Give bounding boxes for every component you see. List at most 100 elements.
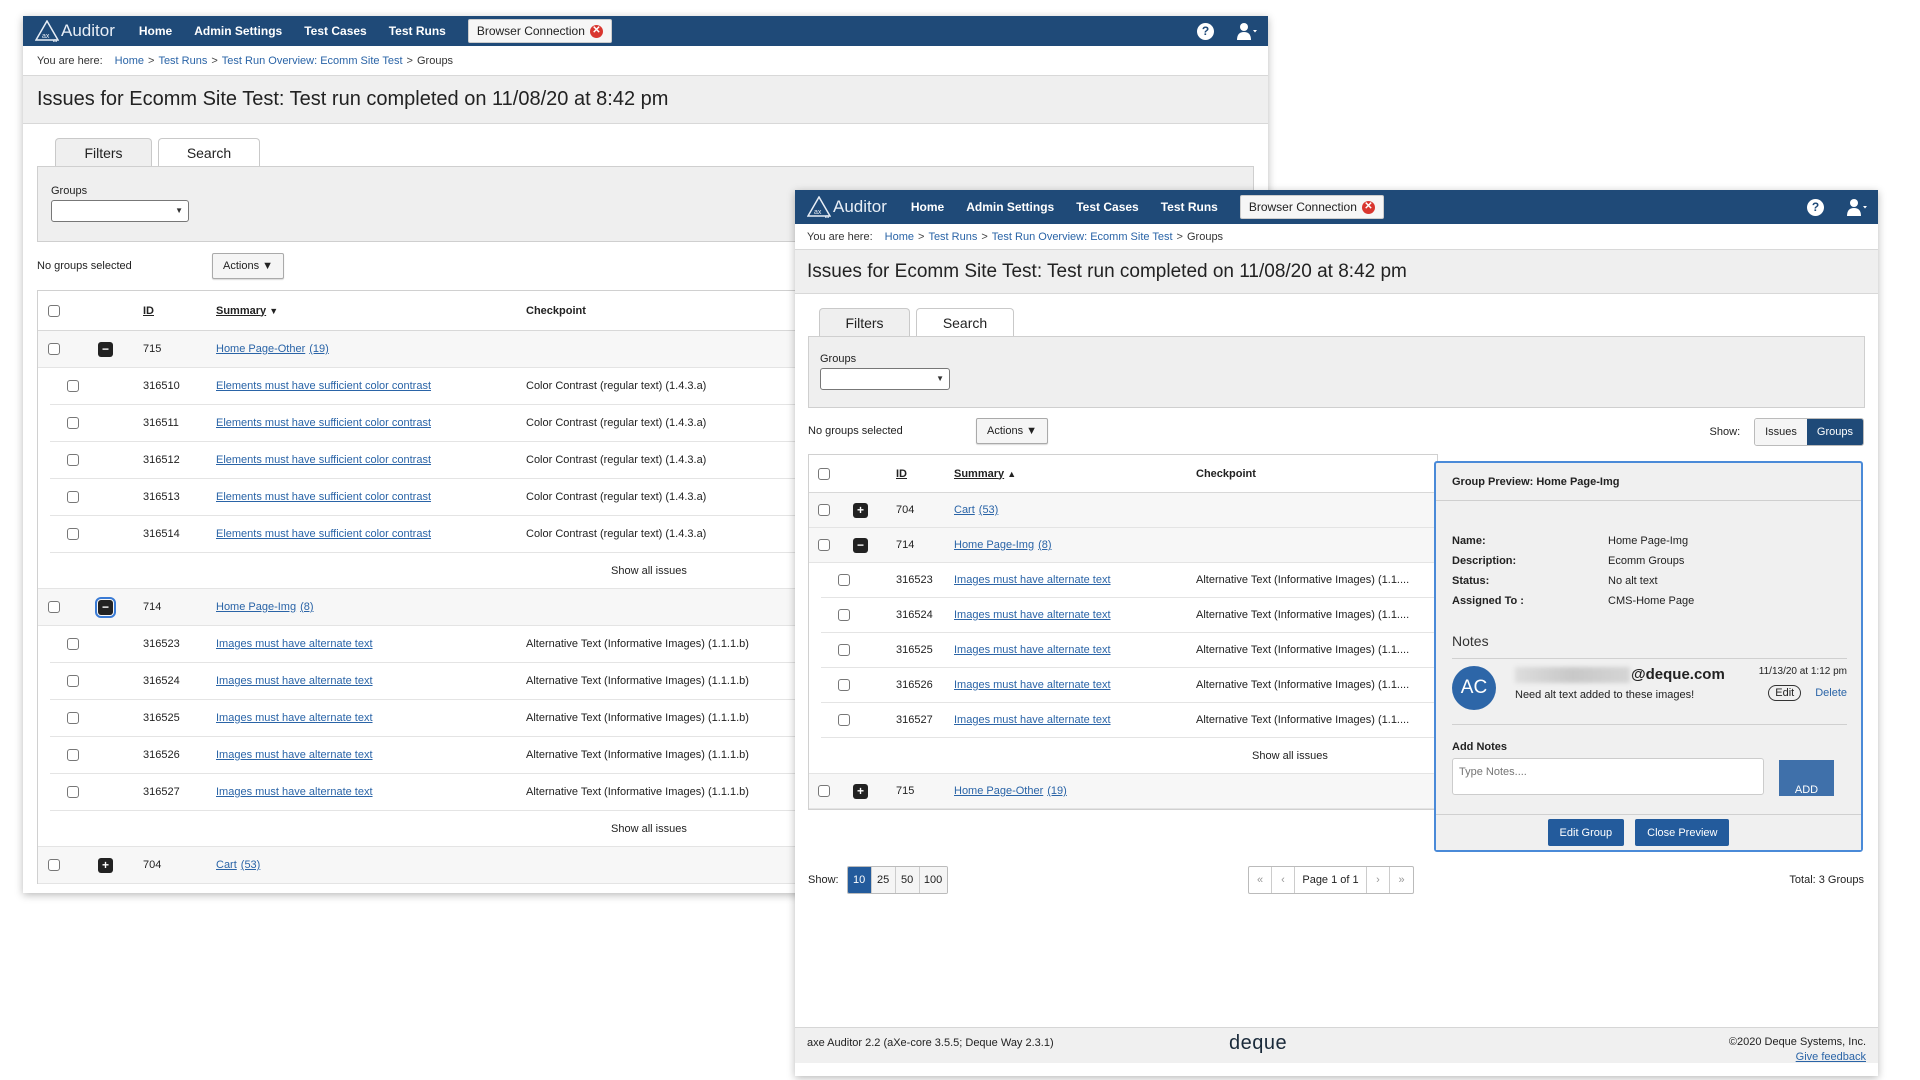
actions-dropdown-button[interactable]: Actions ▼ xyxy=(976,418,1049,444)
select-all-checkbox[interactable] xyxy=(818,467,830,480)
edit-note-button[interactable]: Edit xyxy=(1768,685,1802,701)
close-preview-button[interactable]: Close Preview xyxy=(1635,819,1730,846)
show-all-issues-link[interactable]: Show all issues xyxy=(1252,750,1328,762)
show-all-issues-link[interactable]: Show all issues xyxy=(611,823,687,835)
group-checkbox[interactable] xyxy=(48,343,60,356)
issue-summary-link[interactable]: Images must have alternate text xyxy=(216,749,373,761)
nav-test-cases[interactable]: Test Cases xyxy=(1076,200,1138,214)
issue-checkbox[interactable] xyxy=(838,644,850,657)
issue-checkbox[interactable] xyxy=(67,675,79,688)
group-count-link[interactable]: (8) xyxy=(300,601,313,613)
issue-checkbox[interactable] xyxy=(67,712,79,725)
breadcrumb-home[interactable]: Home xyxy=(885,231,914,243)
groups-select[interactable]: ▼ xyxy=(51,200,189,222)
group-count-link[interactable]: (53) xyxy=(241,859,261,871)
help-icon[interactable]: ? xyxy=(1197,22,1214,40)
issue-summary-link[interactable]: Images must have alternate text xyxy=(216,675,373,687)
group-count-link[interactable]: (53) xyxy=(979,504,999,516)
actions-dropdown-button[interactable]: Actions ▼ xyxy=(212,253,285,279)
issue-summary-link[interactable]: Elements must have sufficient color cont… xyxy=(216,491,431,503)
last-page-button[interactable]: » xyxy=(1390,867,1413,893)
issue-summary-link[interactable]: Elements must have sufficient color cont… xyxy=(216,380,431,392)
issue-checkbox[interactable] xyxy=(67,417,79,430)
prev-page-button[interactable]: ‹ xyxy=(1272,867,1295,893)
tab-filters[interactable]: Filters xyxy=(55,138,152,166)
issue-summary-link[interactable]: Elements must have sufficient color cont… xyxy=(216,528,431,540)
nav-test-cases[interactable]: Test Cases xyxy=(304,24,366,38)
issue-summary-link[interactable]: Images must have alternate text xyxy=(216,786,373,798)
auditor-logo[interactable]: ax Auditor xyxy=(807,196,887,218)
issue-checkbox[interactable] xyxy=(838,574,850,587)
notes-input[interactable] xyxy=(1452,758,1764,795)
group-checkbox[interactable] xyxy=(818,539,830,552)
issue-checkbox[interactable] xyxy=(67,786,79,799)
page-size-25[interactable]: 25 xyxy=(871,867,896,893)
collapse-icon[interactable]: − xyxy=(98,341,113,357)
issue-checkbox[interactable] xyxy=(67,454,79,467)
select-all-checkbox[interactable] xyxy=(48,304,60,317)
issue-checkbox[interactable] xyxy=(838,609,850,622)
issue-summary-link[interactable]: Images must have alternate text xyxy=(954,574,1111,586)
issue-summary-link[interactable]: Images must have alternate text xyxy=(954,714,1111,726)
collapse-icon[interactable]: − xyxy=(95,596,116,618)
group-name-link[interactable]: Cart xyxy=(954,504,975,516)
nav-home[interactable]: Home xyxy=(911,200,944,214)
help-icon[interactable]: ? xyxy=(1807,198,1824,216)
page-size-10[interactable]: 10 xyxy=(847,867,872,893)
expand-icon[interactable]: + xyxy=(853,783,868,799)
delete-note-link[interactable]: Delete xyxy=(1815,687,1847,699)
issue-summary-link[interactable]: Elements must have sufficient color cont… xyxy=(216,417,431,429)
group-row[interactable]: + 715 Home Page-Other (19) xyxy=(809,774,1437,809)
issue-checkbox[interactable] xyxy=(67,380,79,393)
tab-filters[interactable]: Filters xyxy=(819,308,910,336)
nav-admin-settings[interactable]: Admin Settings xyxy=(194,24,282,38)
breadcrumb-test-runs[interactable]: Test Runs xyxy=(158,55,207,67)
summary-column-header[interactable]: Summary xyxy=(954,468,1004,480)
issue-checkbox[interactable] xyxy=(67,528,79,541)
next-page-button[interactable]: › xyxy=(1367,867,1390,893)
issue-summary-link[interactable]: Images must have alternate text xyxy=(216,712,373,724)
page-size-50[interactable]: 50 xyxy=(895,867,920,893)
group-name-link[interactable]: Cart xyxy=(216,859,237,871)
issue-summary-link[interactable]: Images must have alternate text xyxy=(954,609,1111,621)
group-checkbox[interactable] xyxy=(818,785,830,798)
breadcrumb-test-run-overview[interactable]: Test Run Overview: Ecomm Site Test xyxy=(222,55,403,67)
issue-checkbox[interactable] xyxy=(838,679,850,692)
group-row[interactable]: − 714 Home Page-Img (8) xyxy=(809,528,1437,563)
issue-summary-link[interactable]: Elements must have sufficient color cont… xyxy=(216,454,431,466)
edit-group-button[interactable]: Edit Group xyxy=(1547,819,1625,846)
group-row[interactable]: + 704 Cart (53) xyxy=(809,493,1437,528)
breadcrumb-test-runs[interactable]: Test Runs xyxy=(928,231,977,243)
issue-summary-link[interactable]: Images must have alternate text xyxy=(954,644,1111,656)
browser-connection-button[interactable]: Browser Connection ✕ xyxy=(1239,195,1384,219)
issue-checkbox[interactable] xyxy=(67,638,79,651)
show-all-issues-link[interactable]: Show all issues xyxy=(611,565,687,577)
issue-summary-link[interactable]: Images must have alternate text xyxy=(216,638,373,650)
group-name-link[interactable]: Home Page-Other xyxy=(954,785,1043,797)
show-groups-button[interactable]: Groups xyxy=(1806,419,1863,445)
auditor-logo[interactable]: ax Auditor xyxy=(35,20,115,42)
group-count-link[interactable]: (19) xyxy=(1047,785,1067,797)
group-name-link[interactable]: Home Page-Img xyxy=(954,539,1034,551)
user-menu-icon[interactable] xyxy=(1236,22,1258,40)
first-page-button[interactable]: « xyxy=(1249,867,1272,893)
group-name-link[interactable]: Home Page-Img xyxy=(216,601,296,613)
give-feedback-link[interactable]: Give feedback xyxy=(1729,1051,1866,1063)
breadcrumb-home[interactable]: Home xyxy=(115,55,144,67)
group-checkbox[interactable] xyxy=(48,859,60,872)
issue-summary-link[interactable]: Images must have alternate text xyxy=(954,679,1111,691)
user-menu-icon[interactable] xyxy=(1846,198,1868,216)
breadcrumb-test-run-overview[interactable]: Test Run Overview: Ecomm Site Test xyxy=(992,231,1173,243)
tab-search[interactable]: Search xyxy=(916,308,1014,336)
summary-column-header[interactable]: Summary xyxy=(216,305,266,317)
browser-connection-button[interactable]: Browser Connection ✕ xyxy=(467,19,612,43)
group-count-link[interactable]: (19) xyxy=(309,343,329,355)
tab-search[interactable]: Search xyxy=(158,138,260,166)
group-name-link[interactable]: Home Page-Other xyxy=(216,343,305,355)
groups-select[interactable]: ▼ xyxy=(820,368,950,390)
issue-checkbox[interactable] xyxy=(838,714,850,727)
id-column-header[interactable]: ID xyxy=(143,305,154,317)
expand-icon[interactable]: + xyxy=(98,857,113,873)
page-size-100[interactable]: 100 xyxy=(919,867,947,893)
group-checkbox[interactable] xyxy=(48,601,60,614)
